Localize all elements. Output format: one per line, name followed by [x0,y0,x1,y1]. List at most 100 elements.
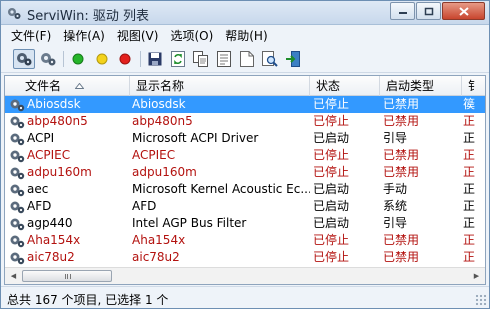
save-icon [148,52,162,66]
cell-display-name: Intel AGP Bus Filter [132,216,247,230]
cell-start-type: 已禁用 [383,250,420,264]
cell-extra: 正 [463,233,476,247]
column-header-start-type[interactable]: 启动类型 [380,76,462,96]
title-bar[interactable]: ServiWin: 驱动 列表 [1,1,489,25]
cell-filename: Aha154x [27,233,81,247]
cell-state: 已停止 [313,97,350,111]
table-row[interactable]: aec Microsoft Kernel Acoustic Ec... 已启动 … [5,181,485,198]
cell-filename: AFD [27,199,52,213]
cell-display-name: AFD [132,199,157,213]
maximize-icon [424,7,433,15]
column-header-filename[interactable]: 文件名 [5,76,130,96]
cell-state: 已停止 [313,165,350,179]
find-icon [262,51,278,67]
html-report-icon [240,51,254,67]
properties-icon [217,51,231,67]
arrow-right-icon: ▶ [473,272,480,280]
stop-button[interactable] [114,49,136,69]
column-header-state[interactable]: 状态 [310,76,380,96]
driver-gear-icon [9,164,27,181]
cell-filename: aec [27,182,49,196]
status-bar: 总共 167 个项目, 已选择 1 个 [1,286,489,308]
column-header-extra[interactable]: 钅 [462,76,485,96]
cell-start-type: 手动 [383,182,408,196]
cell-display-name: ACPIEC [132,148,176,162]
window-title: ServiWin: 驱动 列表 [27,9,149,24]
close-button[interactable] [442,2,485,20]
save-button[interactable] [144,49,166,69]
cell-display-name: Abiosdsk [132,97,186,111]
main-window: ServiWin: 驱动 列表 文件(F) 操作(A) 视图(V) 选项(O) … [0,0,490,309]
cell-extra: 正 [463,131,476,145]
cell-state: 已启动 [313,199,350,213]
cell-start-type: 已禁用 [383,165,420,179]
start-button[interactable] [67,49,89,69]
menu-view[interactable]: 视图(V) [111,27,165,44]
services-view-button[interactable] [37,49,59,69]
table-row[interactable]: agp440 Intel AGP Bus Filter 已启动 引导 正 [5,215,485,232]
refresh-icon [171,51,185,67]
cell-state: 已停止 [313,250,350,264]
drivers-view-icon [17,53,32,66]
cell-filename: abp480n5 [27,114,88,128]
drivers-view-button[interactable] [13,49,35,69]
scroll-right-button[interactable]: ▶ [468,268,485,284]
menu-file[interactable]: 文件(F) [5,27,57,44]
pause-button[interactable] [91,49,113,69]
scroll-left-button[interactable]: ◀ [5,268,22,284]
cell-start-type: 系统 [383,199,408,213]
table-row[interactable]: aic78u2 aic78u2 已停止 已禁用 正 [5,249,485,266]
horizontal-scrollbar[interactable]: ◀ ▶ [5,267,485,284]
column-header-display-name[interactable]: 显示名称 [130,76,310,96]
stop-red-icon [119,53,131,65]
driver-list[interactable]: 文件名 显示名称 状态 启动类型 钅 Abiosdsk Abiosdsk 已停止… [4,75,486,285]
toolbar-separator [140,51,141,67]
maximize-button[interactable] [416,2,441,20]
cell-extra: 正 [463,182,476,196]
column-label: 显示名称 [136,79,185,93]
cell-extra: 正 [463,114,476,128]
cell-extra: 正 [463,250,476,264]
cell-state: 已启动 [313,216,350,230]
copy-icon [193,51,208,67]
refresh-button[interactable] [167,49,189,69]
column-label: 状态 [316,79,341,93]
table-row[interactable]: Aha154x Aha154x 已停止 已禁用 正 [5,232,485,249]
minimize-button[interactable] [390,2,415,20]
cell-state: 已停止 [313,233,350,247]
resize-grip-icon[interactable] [475,294,487,306]
menu-action[interactable]: 操作(A) [57,27,111,44]
cell-filename: ACPIEC [27,148,71,162]
cell-start-type: 已禁用 [383,148,420,162]
arrow-left-icon: ◀ [10,272,17,280]
cell-start-type: 已禁用 [383,114,420,128]
table-row[interactable]: ACPIEC ACPIEC 已停止 已禁用 正 [5,147,485,164]
table-row[interactable]: abp480n5 abp480n5 已停止 已禁用 正 [5,113,485,130]
menu-options[interactable]: 选项(O) [164,27,219,44]
driver-gear-icon [9,249,27,266]
find-button[interactable] [259,49,281,69]
services-view-icon [41,53,56,66]
cell-filename: Abiosdsk [27,97,81,111]
exit-icon [286,51,300,67]
driver-gear-icon [9,215,27,232]
table-row[interactable]: Abiosdsk Abiosdsk 已停止 已禁用 篌 [5,96,485,113]
cell-start-type: 已禁用 [383,97,420,111]
table-row[interactable]: ACPI Microsoft ACPI Driver 已启动 引导 正 [5,130,485,147]
copy-button[interactable] [190,49,212,69]
gears-icon [8,8,21,19]
properties-button[interactable] [213,49,235,69]
cell-extra: 篌 [463,97,476,111]
cell-display-name: abp480n5 [132,114,193,128]
cell-extra: 正 [463,216,476,230]
menu-help[interactable]: 帮助(H) [219,27,273,44]
table-row[interactable]: AFD AFD 已启动 系统 正 [5,198,485,215]
window-controls [389,2,485,21]
table-row[interactable]: adpu160m adpu160m 已停止 已禁用 正 [5,164,485,181]
exit-button[interactable] [282,49,304,69]
scrollbar-thumb[interactable] [22,270,112,282]
html-report-button[interactable] [236,49,258,69]
column-label: 钅 [468,79,481,93]
sort-up-icon [75,83,84,89]
cell-extra: 正 [463,148,476,162]
